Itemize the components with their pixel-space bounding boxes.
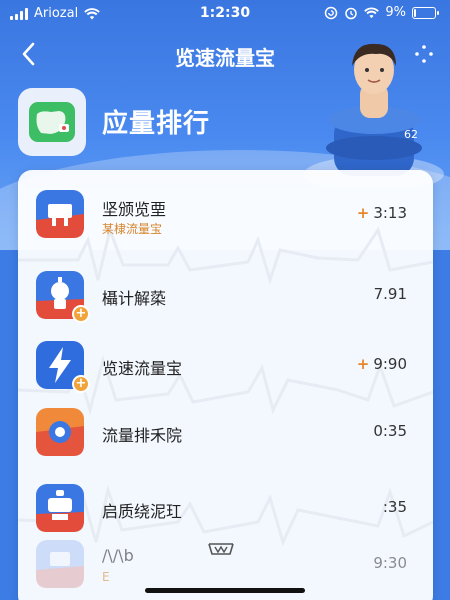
red-blue-app-icon <box>36 190 84 238</box>
wifi-status-icon <box>364 7 380 18</box>
battery-percent: 9% <box>385 5 406 20</box>
list-item-name: 流量排禾院 <box>102 426 183 445</box>
list-item-value: +9:90 <box>357 355 407 373</box>
robot-app-icon: + <box>36 271 90 323</box>
refresh-glyph-icon <box>208 543 234 555</box>
list-item-value-text: 7.91 <box>373 285 407 303</box>
list-item-name: 坚颁览垔 <box>102 200 167 219</box>
orange-gear-app-icon <box>36 408 84 456</box>
plus-icon: + <box>356 204 370 222</box>
list-item-value-text: 3:13 <box>373 204 407 222</box>
list-item-value: 9:30 <box>373 554 407 572</box>
ranking-app-icon <box>18 88 86 156</box>
list-item-name: /\/\b <box>102 546 134 565</box>
plus-icon: + <box>356 355 370 373</box>
plus-badge-icon: + <box>72 375 90 393</box>
list-item-value-text: 9:90 <box>373 355 407 373</box>
list-item-value: 0:35 <box>373 422 407 440</box>
list-item-value: +3:13 <box>357 204 407 222</box>
ranking-title: 应量排行 <box>102 109 211 139</box>
list-item[interactable]: + 欇计解蒅 7.91 <box>18 263 433 327</box>
battery-fill <box>414 8 416 17</box>
list-item-subtitle: E <box>102 570 110 584</box>
list-item-value-text: 0:35 <box>373 422 407 440</box>
list-item-subtitle: 某棣流量宝 <box>102 222 163 236</box>
list-item[interactable]: 流量排禾院 0:35 <box>18 400 433 464</box>
lightning-app-icon: + <box>36 341 90 393</box>
list-item-value-text: :35 <box>382 498 407 516</box>
screen-lock-icon <box>325 6 338 19</box>
list-item-value: :35 <box>383 498 407 516</box>
list-item-name: 览速流量宝 <box>102 359 183 378</box>
alarm-icon <box>345 7 358 19</box>
list-item-name: 启质绕泥玒 <box>102 502 183 521</box>
battery-icon <box>412 6 439 19</box>
list-item[interactable]: 坚颁览垔某棣流量宝 +3:13 <box>18 182 433 246</box>
list-item-value-text: 9:30 <box>373 554 407 572</box>
list-item-name: 欇计解蒅 <box>102 289 167 308</box>
avatar-badge-text: 62 <box>404 128 418 141</box>
avatar-illustration: 62 <box>304 43 444 186</box>
faded-app-icon <box>36 540 84 588</box>
ranking-list: 坚颁览垔 某棣流量宝 +3:13 + 欇计解蒅 7.91 + 览速流量宝 +9:90 流量排禾院 0… <box>18 170 433 600</box>
list-item[interactable]: + 览速流量宝 +9:90 <box>18 333 433 397</box>
status-right: 9% <box>324 5 439 20</box>
status-bar: Ariozal 1:2:30 9% <box>0 0 450 28</box>
list-item[interactable]: 启质绕泥玒 :35 <box>18 476 433 540</box>
robot-red-app-icon <box>36 484 84 532</box>
home-indicator[interactable] <box>145 588 305 593</box>
plus-badge-icon: + <box>72 305 90 323</box>
list-item-value: 7.91 <box>374 285 407 303</box>
